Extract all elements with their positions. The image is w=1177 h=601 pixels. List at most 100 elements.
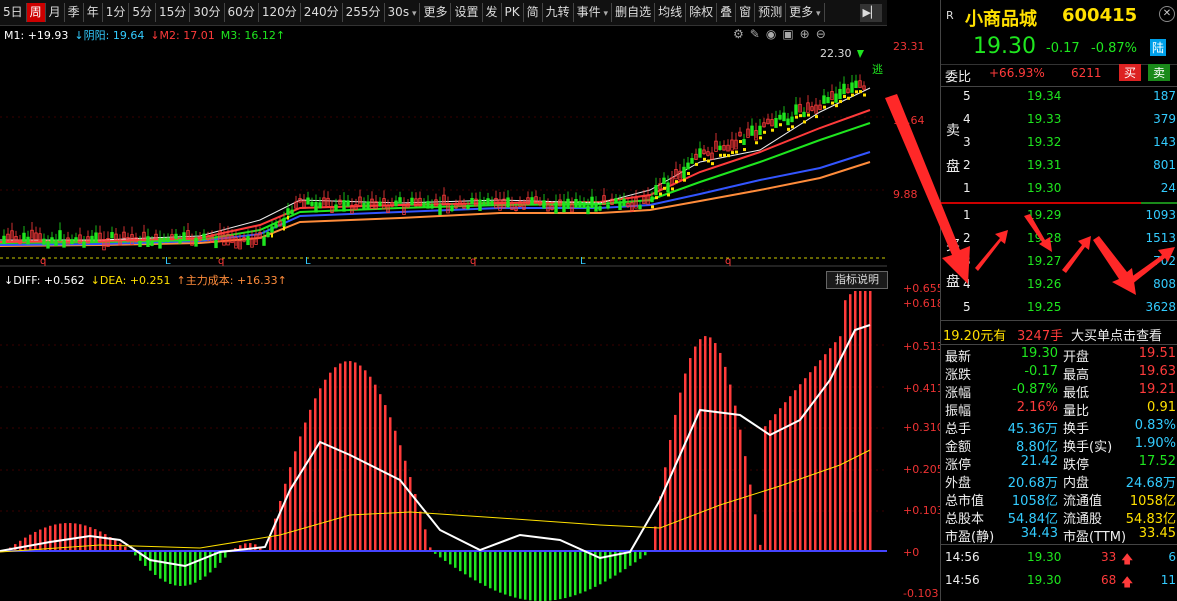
toolbar-item[interactable]: 叠	[717, 3, 737, 22]
ask-row[interactable]: 4 19.33 379	[941, 109, 1177, 130]
price-axis-label: 23.31	[893, 40, 925, 53]
toolbar-item[interactable]: 1分	[103, 3, 130, 22]
stat-value: 33.45	[1138, 526, 1176, 541]
level-price: 19.30	[1027, 181, 1062, 195]
big-order-link[interactable]: 大买单点击查看	[1071, 325, 1162, 344]
signal-marker: q	[470, 256, 476, 267]
kline-chart[interactable]: 22.30 逃 q Lq Lq Lq	[0, 25, 887, 601]
zoom-in-icon[interactable]: ⊕	[800, 27, 816, 41]
level-volume: 801	[1153, 158, 1176, 172]
level-volume: 143	[1153, 135, 1176, 149]
bid-row[interactable]: 1 19.29 1093	[941, 205, 1177, 226]
price-axis-label: 9.88	[893, 188, 918, 201]
signal-marker: L	[165, 256, 171, 267]
bid-row[interactable]: 3 19.27 702	[941, 251, 1177, 272]
toolbar-scroll-right-button[interactable]: ▶▏	[860, 4, 882, 22]
macd-axis-label: +0.411	[903, 382, 944, 395]
tick-price: 19.30	[1027, 573, 1062, 587]
price-change: -0.17	[1046, 41, 1080, 56]
stat-row: 外盘 20.68万 内盘 24.68万	[941, 471, 1177, 491]
price-axis-label: 15.64	[893, 114, 925, 127]
toolbar-item[interactable]: 15分	[156, 3, 191, 22]
eye-icon[interactable]: ◉	[766, 27, 782, 41]
level-price: 19.31	[1027, 158, 1062, 172]
toolbar-item[interactable]: 年	[84, 3, 103, 22]
buy-button[interactable]: 买	[1119, 64, 1142, 81]
gear-icon[interactable]: ⚙	[733, 27, 750, 41]
indicator-help-button[interactable]: 指标说明	[826, 271, 888, 289]
ask-row[interactable]: 5 19.34 187	[941, 86, 1177, 107]
weicha-value: 6211	[1071, 66, 1102, 80]
tick-time: 14:56	[945, 573, 980, 587]
stat-label: 市盈(静)	[945, 530, 995, 545]
stat-label: 市盈(TTM)	[1063, 530, 1127, 545]
level: 1	[963, 181, 971, 195]
toolbar-item[interactable]: 设置	[451, 3, 483, 22]
level-volume: 702	[1153, 254, 1176, 268]
bid-row[interactable]: 2 19.28 1513	[941, 228, 1177, 249]
toolbar-item[interactable]: 120分	[259, 3, 301, 22]
toolbar-item[interactable]: 255分	[343, 3, 385, 22]
signal-marker: q	[218, 256, 224, 267]
toolbar-item[interactable]: 5日	[0, 3, 27, 22]
macd-axis-label: +0	[903, 546, 920, 559]
toolbar-item[interactable]: 预测	[755, 3, 787, 22]
toolbar-item[interactable]: 除权	[686, 3, 718, 22]
tick-count: 6	[1168, 550, 1176, 564]
up-arrow-icon: 🡅	[1121, 575, 1134, 589]
tick-row: 14:56 19.30 68 🡅 11	[941, 570, 1177, 591]
bid-row[interactable]: 5 19.25 3628	[941, 297, 1177, 318]
toolbar-item[interactable]: 240分	[301, 3, 343, 22]
big-order-row[interactable]: 19.20元有 3247手 大买单点击查看	[941, 323, 1177, 344]
toolbar-item[interactable]: 简	[524, 3, 543, 22]
toolbar-item[interactable]: 周	[26, 3, 46, 22]
toolbar-item[interactable]: 事件	[574, 3, 613, 22]
level: 2	[963, 158, 971, 172]
weibi-row: 委比 +66.93% 6211 买 卖	[941, 63, 1177, 85]
level-price: 19.29	[1027, 208, 1062, 222]
toolbar-item[interactable]: 均线	[655, 3, 687, 22]
stat-value: 19.51	[1138, 346, 1176, 361]
ask-row[interactable]: 3 19.32 143	[941, 132, 1177, 153]
stat-row: 总手 45.36万 换手 0.83%	[941, 417, 1177, 437]
macd-axis-label: -0.103	[903, 587, 939, 600]
toolbar-item[interactable]: 30s	[385, 3, 421, 22]
quote-panel: R 小商品城 600415 ✕ 19.30 -0.17 -0.87% 陆 委比 …	[940, 0, 1177, 601]
toolbar-item[interactable]: 删自选	[612, 3, 656, 22]
stat-row: 最新 19.30 开盘 19.51	[941, 345, 1177, 365]
toolbar-item[interactable]: 月	[46, 3, 65, 22]
tick-volume: 33	[1101, 550, 1117, 564]
toolbar-item[interactable]: 季	[65, 3, 84, 22]
r-badge: R	[946, 9, 954, 22]
exchange-badge: 陆	[1150, 39, 1167, 56]
toolbar-item[interactable]: 30分	[190, 3, 225, 22]
window-icon[interactable]: ▣	[782, 27, 799, 41]
toolbar-item[interactable]: 窗	[736, 3, 756, 22]
price-legend: M1: +19.93 ↓阴阳: 19.64 ↓M2: 17.01 M3: 16.12↑	[4, 27, 291, 43]
macd-axis-label: +0.103	[903, 504, 944, 517]
legend-item: ↓阴阳: 19.64	[74, 29, 145, 42]
zoom-out-icon[interactable]: ⊖	[816, 27, 832, 41]
ask-row[interactable]: 1 19.30 24	[941, 178, 1177, 199]
level-price: 19.26	[1027, 277, 1062, 291]
toolbar-item[interactable]: 九转	[543, 3, 574, 22]
sell-button[interactable]: 卖	[1148, 64, 1171, 81]
stat-value: 0.83%	[1134, 418, 1176, 433]
legend-item: ↓DEA: +0.251	[90, 274, 171, 287]
signal-marker: L	[305, 256, 311, 267]
tick-volume: 68	[1101, 573, 1117, 587]
toolbar-item[interactable]: PK	[502, 3, 524, 22]
bid-row[interactable]: 4 19.26 808	[941, 274, 1177, 295]
level-price: 19.32	[1027, 135, 1062, 149]
level-volume: 1513	[1145, 231, 1176, 245]
toolbar-item[interactable]: 更多	[786, 3, 825, 22]
toolbar-item[interactable]: 发	[483, 3, 502, 22]
level-price: 19.33	[1027, 112, 1062, 126]
level: 1	[963, 208, 971, 222]
ask-row[interactable]: 2 19.31 801	[941, 155, 1177, 176]
close-icon[interactable]: ✕	[1159, 6, 1175, 22]
brush-icon[interactable]: ✎	[750, 27, 766, 41]
toolbar-item[interactable]: 更多	[420, 3, 452, 22]
toolbar-item[interactable]: 5分	[129, 3, 156, 22]
toolbar-item[interactable]: 60分	[225, 3, 259, 22]
